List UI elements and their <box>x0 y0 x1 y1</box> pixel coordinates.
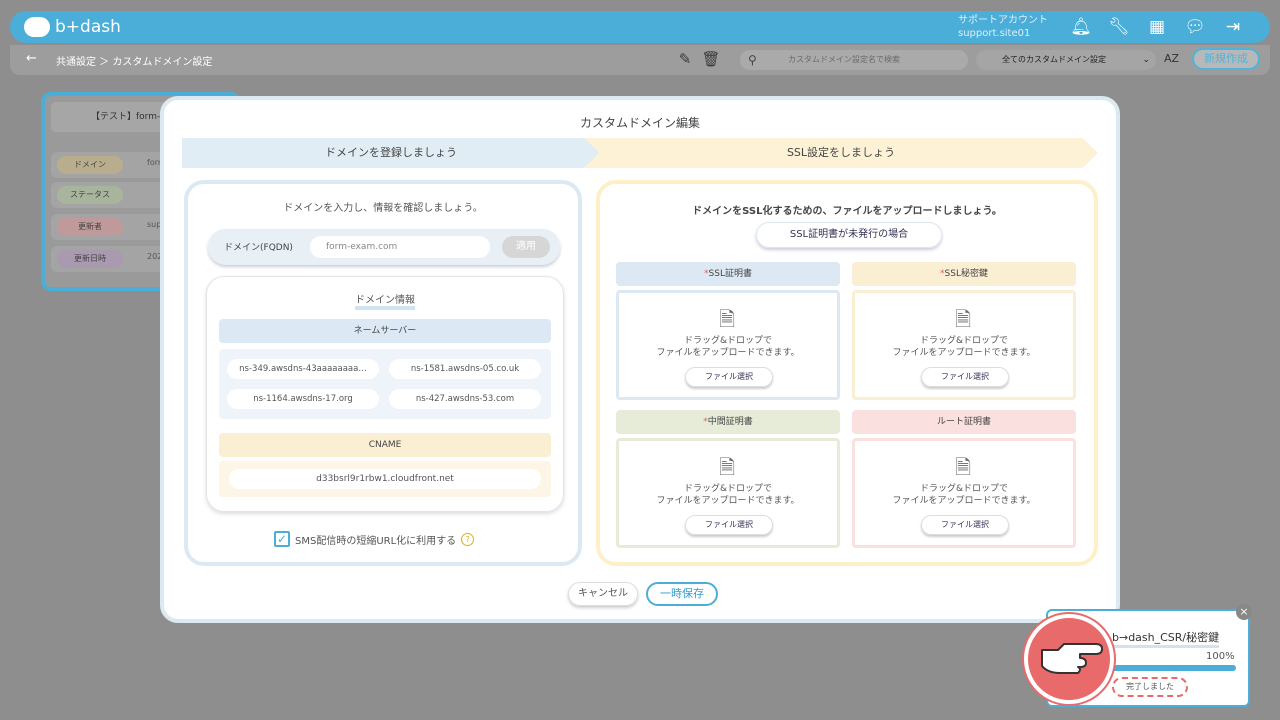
edit-modal: カスタムドメイン編集 ドメインを登録しましょう SSL設定をしましょう ドメイン… <box>160 96 1120 623</box>
pointing-hand-icon <box>1024 614 1114 704</box>
card-row-label: 更新日時 <box>57 250 123 268</box>
domain-info-title: ドメイン情報 <box>207 291 563 310</box>
upload-progress-bar <box>1112 665 1236 671</box>
logo-text: b+dash <box>55 17 121 37</box>
modal-title: カスタムドメイン編集 <box>579 116 700 130</box>
logout-icon[interactable]: ⇥ <box>1222 17 1244 37</box>
file-upload-icon: 🗎 <box>955 455 972 479</box>
account-info[interactable]: サポートアカウント support.site01 <box>958 14 1048 40</box>
root-cert-header: ルート証明書 <box>852 410 1076 434</box>
chevron-down-icon: ⌄ <box>1142 55 1150 65</box>
domain-panel: ドメインを入力し、情報を確認しましょう。 ドメイン(FQDN) form-exa… <box>184 180 582 566</box>
temporary-save-button[interactable]: 一時保存 <box>646 582 718 606</box>
account-site: support.site01 <box>958 28 1031 39</box>
domain-info: ドメイン情報 ネームサーバー ns-349.awsdns-43aaaaaaaa…… <box>206 276 564 512</box>
nameserver-item: ns-349.awsdns-43aaaaaaaa… <box>227 359 379 379</box>
intermediate-cert-dropzone[interactable]: 🗎 ドラッグ&ドロップで ファイルをアップロードできます。 ファイル選択 <box>616 438 840 548</box>
dropzone-text: ドラッグ&ドロップで ファイルをアップロードできます。 <box>892 484 1036 506</box>
nameserver-item: ns-1164.awsdns-17.org <box>227 389 379 409</box>
nameserver-item: ns-427.awsdns-53.com <box>389 389 541 409</box>
file-select-button[interactable]: ファイル選択 <box>921 515 1009 535</box>
apply-button[interactable]: 適用 <box>502 236 550 258</box>
domain-input[interactable]: form-exam.com <box>310 236 490 258</box>
upload-percent: 100% <box>1206 651 1235 662</box>
search-icon: ⚲ <box>748 53 757 67</box>
ssl-key-dropzone[interactable]: 🗎 ドラッグ&ドロップで ファイルをアップロードできます。 ファイル選択 <box>852 290 1076 400</box>
sort-icon[interactable]: AZ <box>1164 52 1179 65</box>
account-role: サポートアカウント <box>958 15 1048 26</box>
dropzone-text: ドラッグ&ドロップで ファイルをアップロードできます。 <box>656 484 800 506</box>
breadcrumb: 共通設定 ＞ カスタムドメイン設定 <box>56 57 213 68</box>
filter-select[interactable]: 全てのカスタムドメイン設定 ⌄ <box>976 50 1156 70</box>
logo-icon <box>24 17 50 37</box>
root-cert-dropzone[interactable]: 🗎 ドラッグ&ドロップで ファイルをアップロードできます。 ファイル選択 <box>852 438 1076 548</box>
dropzone-text: ドラッグ&ドロップで ファイルをアップロードできます。 <box>892 336 1036 358</box>
upload-file-name: b→dash_CSR/秘密鍵 <box>1112 629 1220 648</box>
upload-progress-fill <box>1112 665 1236 671</box>
filter-value: 全てのカスタムドメイン設定 <box>1002 55 1106 64</box>
grid-icon[interactable]: ▦ <box>1146 17 1168 37</box>
sms-label: SMS配信時の短縮URL化に利用する <box>295 535 457 547</box>
cname-header: CNAME <box>219 433 551 457</box>
close-icon[interactable]: × <box>1236 604 1252 620</box>
app-header: b+dash サポートアカウント support.site01 🔔︎ 🔧︎ ▦ … <box>10 11 1270 43</box>
nameserver-header: ネームサーバー <box>219 319 551 343</box>
file-select-button[interactable]: ファイル選択 <box>685 367 773 387</box>
domain-instruction: ドメインを入力し、情報を確認しましょう。 <box>283 203 483 214</box>
file-upload-icon: 🗎 <box>955 307 972 331</box>
file-select-button[interactable]: ファイル選択 <box>685 515 773 535</box>
cname-box: d33bsrl9r1rbw1.cloudfront.net <box>219 461 551 497</box>
upload-done-button[interactable]: 完了しました <box>1112 677 1188 697</box>
edit-icon[interactable]: ✎ <box>676 50 694 68</box>
nameserver-item: ns-1581.awsdns-05.co.uk <box>389 359 541 379</box>
dropzone-text: ドラッグ&ドロップで ファイルをアップロードできます。 <box>656 336 800 358</box>
search-placeholder: カスタムドメイン設定名で検索 <box>788 55 900 64</box>
ssl-key-header: *SSL秘密鍵 <box>852 262 1076 286</box>
new-button[interactable]: 新規作成 <box>1192 48 1260 70</box>
back-arrow-icon[interactable]: ← <box>26 51 37 66</box>
cname-value: d33bsrl9r1rbw1.cloudfront.net <box>229 469 541 489</box>
domain-input-row: ドメイン(FQDN) form-exam.com 適用 <box>208 229 560 265</box>
file-upload-icon: 🗎 <box>719 307 736 331</box>
search-input[interactable]: ⚲ カスタムドメイン設定名で検索 <box>740 50 968 70</box>
wrench-icon[interactable]: 🔧︎ <box>1108 17 1130 37</box>
intermediate-cert-header: *中間証明書 <box>616 410 840 434</box>
ssl-instruction: ドメインをSSL化するための、ファイルをアップロードしましょう。 <box>692 206 1002 217</box>
card-row-label: ドメイン <box>57 156 123 174</box>
ssl-panel: ドメインをSSL化するための、ファイルをアップロードしましょう。 SSL証明書が… <box>596 180 1098 566</box>
help-icon[interactable]: ? <box>461 532 475 546</box>
toolbar: ← 共通設定 ＞ カスタムドメイン設定 ✎ 🗑︎ ⚲ カスタムドメイン設定名で検… <box>10 45 1270 75</box>
chat-icon[interactable]: 💬︎ <box>1184 17 1206 37</box>
card-row-label: 更新者 <box>57 218 123 236</box>
sms-checkbox[interactable]: ✓ <box>274 531 290 547</box>
ssl-cert-dropzone[interactable]: 🗎 ドラッグ&ドロップで ファイルをアップロードできます。 ファイル選択 <box>616 290 840 400</box>
ssl-cert-header: *SSL証明書 <box>616 262 840 286</box>
sms-option: ✓ SMS配信時の短縮URL化に利用する ? <box>274 531 475 547</box>
bell-icon[interactable]: 🔔︎ <box>1070 17 1092 37</box>
domain-label: ドメイン(FQDN) <box>224 243 293 253</box>
cancel-button[interactable]: キャンセル <box>568 582 638 606</box>
step-ssl-settings: SSL設定をしましょう <box>584 138 1098 168</box>
ssl-unissued-button[interactable]: SSL証明書が未発行の場合 <box>756 222 942 248</box>
file-upload-icon: 🗎 <box>719 455 736 479</box>
nameserver-list: ns-349.awsdns-43aaaaaaaa… ns-1581.awsdns… <box>219 349 551 419</box>
file-select-button[interactable]: ファイル選択 <box>921 367 1009 387</box>
card-row-label: ステータス <box>57 186 123 204</box>
app-logo[interactable]: b+dash <box>24 15 121 39</box>
trash-icon[interactable]: 🗑︎ <box>701 50 720 68</box>
step-register-domain: ドメインを登録しましょう <box>182 138 600 168</box>
